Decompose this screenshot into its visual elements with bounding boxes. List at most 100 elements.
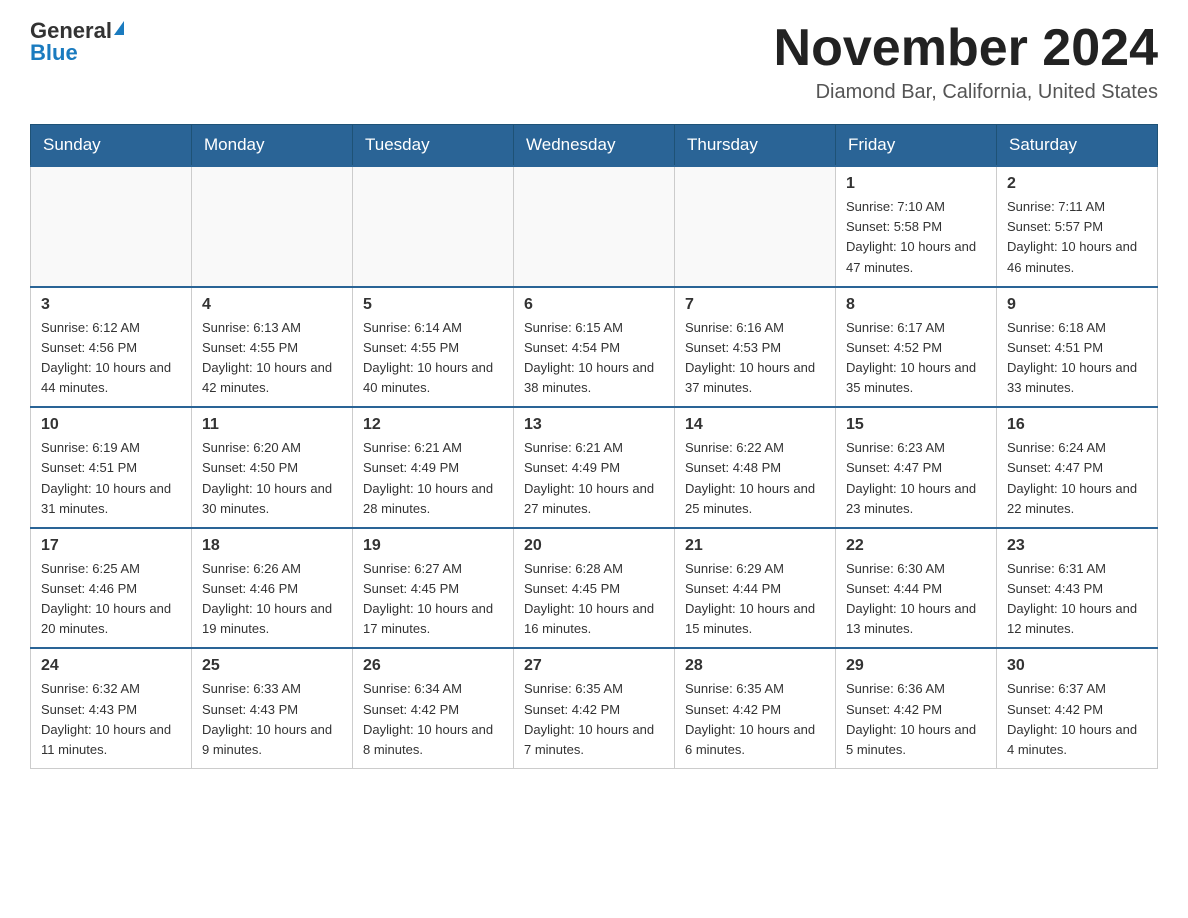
day-number: 16 bbox=[1007, 416, 1147, 434]
day-info: Sunrise: 6:21 AMSunset: 4:49 PMDaylight:… bbox=[524, 438, 664, 519]
day-number: 25 bbox=[202, 657, 342, 675]
day-number: 26 bbox=[363, 657, 503, 675]
month-title: November 2024 bbox=[774, 20, 1158, 77]
day-number: 2 bbox=[1007, 175, 1147, 193]
week-row-4: 17Sunrise: 6:25 AMSunset: 4:46 PMDayligh… bbox=[31, 528, 1158, 649]
calendar-cell: 11 Sunrise: 6:20 AMSunset: 4:50 PMDayligh… bbox=[192, 407, 353, 528]
day-info: Sunrise: 6:21 AMSunset: 4:49 PMDaylight:… bbox=[363, 438, 503, 519]
day-info: Sunrise: 6:29 AMSunset: 4:44 PMDaylight:… bbox=[685, 559, 825, 640]
calendar-cell: 3 Sunrise: 6:12 AMSunset: 4:56 PMDaylight… bbox=[31, 287, 192, 408]
day-number: 28 bbox=[685, 657, 825, 675]
day-info: Sunrise: 6:16 AMSunset: 4:53 PMDaylight:… bbox=[685, 318, 825, 399]
logo-blue-text: Blue bbox=[30, 42, 78, 64]
day-number: 3 bbox=[41, 296, 181, 314]
day-info: Sunrise: 6:28 AMSunset: 4:45 PMDaylight:… bbox=[524, 559, 664, 640]
calendar-cell: 1 Sunrise: 7:10 AMSunset: 5:58 PMDaylight… bbox=[836, 166, 997, 287]
calendar-cell: 8 Sunrise: 6:17 AMSunset: 4:52 PMDaylight… bbox=[836, 287, 997, 408]
calendar-cell: 10 Sunrise: 6:19 AMSunset: 4:51 PMDayligh… bbox=[31, 407, 192, 528]
column-header-wednesday: Wednesday bbox=[514, 125, 675, 167]
calendar-cell: 26 Sunrise: 6:34 AMSunset: 4:42 PMDayligh… bbox=[353, 648, 514, 768]
calendar-cell: 29 Sunrise: 6:36 AMSunset: 4:42 PMDayligh… bbox=[836, 648, 997, 768]
day-info: Sunrise: 6:12 AMSunset: 4:56 PMDaylight:… bbox=[41, 318, 181, 399]
calendar-cell: 18Sunrise: 6:26 AMSunset: 4:46 PMDayligh… bbox=[192, 528, 353, 649]
day-number: 27 bbox=[524, 657, 664, 675]
day-number: 14 bbox=[685, 416, 825, 434]
day-info: Sunrise: 6:17 AMSunset: 4:52 PMDaylight:… bbox=[846, 318, 986, 399]
day-info: Sunrise: 6:33 AMSunset: 4:43 PMDaylight:… bbox=[202, 679, 342, 760]
calendar-cell: 19 Sunrise: 6:27 AMSunset: 4:45 PMDayligh… bbox=[353, 528, 514, 649]
calendar-cell: 23Sunrise: 6:31 AMSunset: 4:43 PMDayligh… bbox=[997, 528, 1158, 649]
day-info: Sunrise: 6:27 AMSunset: 4:45 PMDaylight:… bbox=[363, 559, 503, 640]
week-row-5: 24 Sunrise: 6:32 AMSunset: 4:43 PMDayligh… bbox=[31, 648, 1158, 768]
calendar-cell: 12Sunrise: 6:21 AMSunset: 4:49 PMDayligh… bbox=[353, 407, 514, 528]
column-header-tuesday: Tuesday bbox=[353, 125, 514, 167]
day-info: Sunrise: 6:37 AMSunset: 4:42 PMDaylight:… bbox=[1007, 679, 1147, 760]
day-number: 24 bbox=[41, 657, 181, 675]
day-info: Sunrise: 6:34 AMSunset: 4:42 PMDaylight:… bbox=[363, 679, 503, 760]
calendar-header-row: SundayMondayTuesdayWednesdayThursdayFrid… bbox=[31, 125, 1158, 167]
day-info: Sunrise: 7:11 AMSunset: 5:57 PMDaylight:… bbox=[1007, 197, 1147, 278]
calendar-cell: 17Sunrise: 6:25 AMSunset: 4:46 PMDayligh… bbox=[31, 528, 192, 649]
calendar-cell bbox=[353, 166, 514, 287]
calendar-cell: 4Sunrise: 6:13 AMSunset: 4:55 PMDaylight… bbox=[192, 287, 353, 408]
calendar-table: SundayMondayTuesdayWednesdayThursdayFrid… bbox=[30, 124, 1158, 769]
day-info: Sunrise: 7:10 AMSunset: 5:58 PMDaylight:… bbox=[846, 197, 986, 278]
logo: General Blue bbox=[30, 20, 124, 64]
day-number: 22 bbox=[846, 537, 986, 555]
calendar-cell: 27 Sunrise: 6:35 AMSunset: 4:42 PMDayligh… bbox=[514, 648, 675, 768]
calendar-cell: 25 Sunrise: 6:33 AMSunset: 4:43 PMDayligh… bbox=[192, 648, 353, 768]
day-number: 15 bbox=[846, 416, 986, 434]
day-info: Sunrise: 6:22 AMSunset: 4:48 PMDaylight:… bbox=[685, 438, 825, 519]
day-info: Sunrise: 6:32 AMSunset: 4:43 PMDaylight:… bbox=[41, 679, 181, 760]
week-row-1: 1 Sunrise: 7:10 AMSunset: 5:58 PMDaylight… bbox=[31, 166, 1158, 287]
column-header-sunday: Sunday bbox=[31, 125, 192, 167]
day-info: Sunrise: 6:20 AMSunset: 4:50 PMDaylight:… bbox=[202, 438, 342, 519]
calendar-cell: 13 Sunrise: 6:21 AMSunset: 4:49 PMDayligh… bbox=[514, 407, 675, 528]
week-row-3: 10 Sunrise: 6:19 AMSunset: 4:51 PMDayligh… bbox=[31, 407, 1158, 528]
calendar-cell: 7 Sunrise: 6:16 AMSunset: 4:53 PMDaylight… bbox=[675, 287, 836, 408]
day-info: Sunrise: 6:35 AMSunset: 4:42 PMDaylight:… bbox=[524, 679, 664, 760]
calendar-cell: 20 Sunrise: 6:28 AMSunset: 4:45 PMDayligh… bbox=[514, 528, 675, 649]
day-number: 20 bbox=[524, 537, 664, 555]
title-area: November 2024 Diamond Bar, California, U… bbox=[774, 20, 1158, 104]
calendar-cell: 28 Sunrise: 6:35 AMSunset: 4:42 PMDayligh… bbox=[675, 648, 836, 768]
column-header-saturday: Saturday bbox=[997, 125, 1158, 167]
logo-general-text: General bbox=[30, 20, 112, 42]
day-number: 29 bbox=[846, 657, 986, 675]
day-info: Sunrise: 6:23 AMSunset: 4:47 PMDaylight:… bbox=[846, 438, 986, 519]
calendar-cell: 15 Sunrise: 6:23 AMSunset: 4:47 PMDayligh… bbox=[836, 407, 997, 528]
day-info: Sunrise: 6:35 AMSunset: 4:42 PMDaylight:… bbox=[685, 679, 825, 760]
day-info: Sunrise: 6:13 AMSunset: 4:55 PMDaylight:… bbox=[202, 318, 342, 399]
calendar-cell bbox=[31, 166, 192, 287]
day-number: 10 bbox=[41, 416, 181, 434]
calendar-cell: 30 Sunrise: 6:37 AMSunset: 4:42 PMDayligh… bbox=[997, 648, 1158, 768]
day-number: 19 bbox=[363, 537, 503, 555]
calendar-cell: 6Sunrise: 6:15 AMSunset: 4:54 PMDaylight… bbox=[514, 287, 675, 408]
day-number: 18 bbox=[202, 537, 342, 555]
column-header-thursday: Thursday bbox=[675, 125, 836, 167]
day-number: 5 bbox=[363, 296, 503, 314]
calendar-cell: 14 Sunrise: 6:22 AMSunset: 4:48 PMDayligh… bbox=[675, 407, 836, 528]
calendar-cell: 22Sunrise: 6:30 AMSunset: 4:44 PMDayligh… bbox=[836, 528, 997, 649]
calendar-cell: 24 Sunrise: 6:32 AMSunset: 4:43 PMDayligh… bbox=[31, 648, 192, 768]
day-number: 8 bbox=[846, 296, 986, 314]
calendar-cell: 5Sunrise: 6:14 AMSunset: 4:55 PMDaylight… bbox=[353, 287, 514, 408]
day-number: 1 bbox=[846, 175, 986, 193]
calendar-cell: 16Sunrise: 6:24 AMSunset: 4:47 PMDayligh… bbox=[997, 407, 1158, 528]
day-number: 9 bbox=[1007, 296, 1147, 314]
day-number: 11 bbox=[202, 416, 342, 434]
calendar-cell bbox=[192, 166, 353, 287]
day-number: 13 bbox=[524, 416, 664, 434]
day-info: Sunrise: 6:19 AMSunset: 4:51 PMDaylight:… bbox=[41, 438, 181, 519]
day-info: Sunrise: 6:36 AMSunset: 4:42 PMDaylight:… bbox=[846, 679, 986, 760]
day-number: 30 bbox=[1007, 657, 1147, 675]
column-header-friday: Friday bbox=[836, 125, 997, 167]
calendar-cell bbox=[675, 166, 836, 287]
logo-triangle-icon bbox=[114, 21, 124, 35]
day-number: 17 bbox=[41, 537, 181, 555]
location-text: Diamond Bar, California, United States bbox=[774, 81, 1158, 104]
week-row-2: 3 Sunrise: 6:12 AMSunset: 4:56 PMDaylight… bbox=[31, 287, 1158, 408]
page-header: General Blue November 2024 Diamond Bar, … bbox=[30, 20, 1158, 104]
day-number: 7 bbox=[685, 296, 825, 314]
column-header-monday: Monday bbox=[192, 125, 353, 167]
